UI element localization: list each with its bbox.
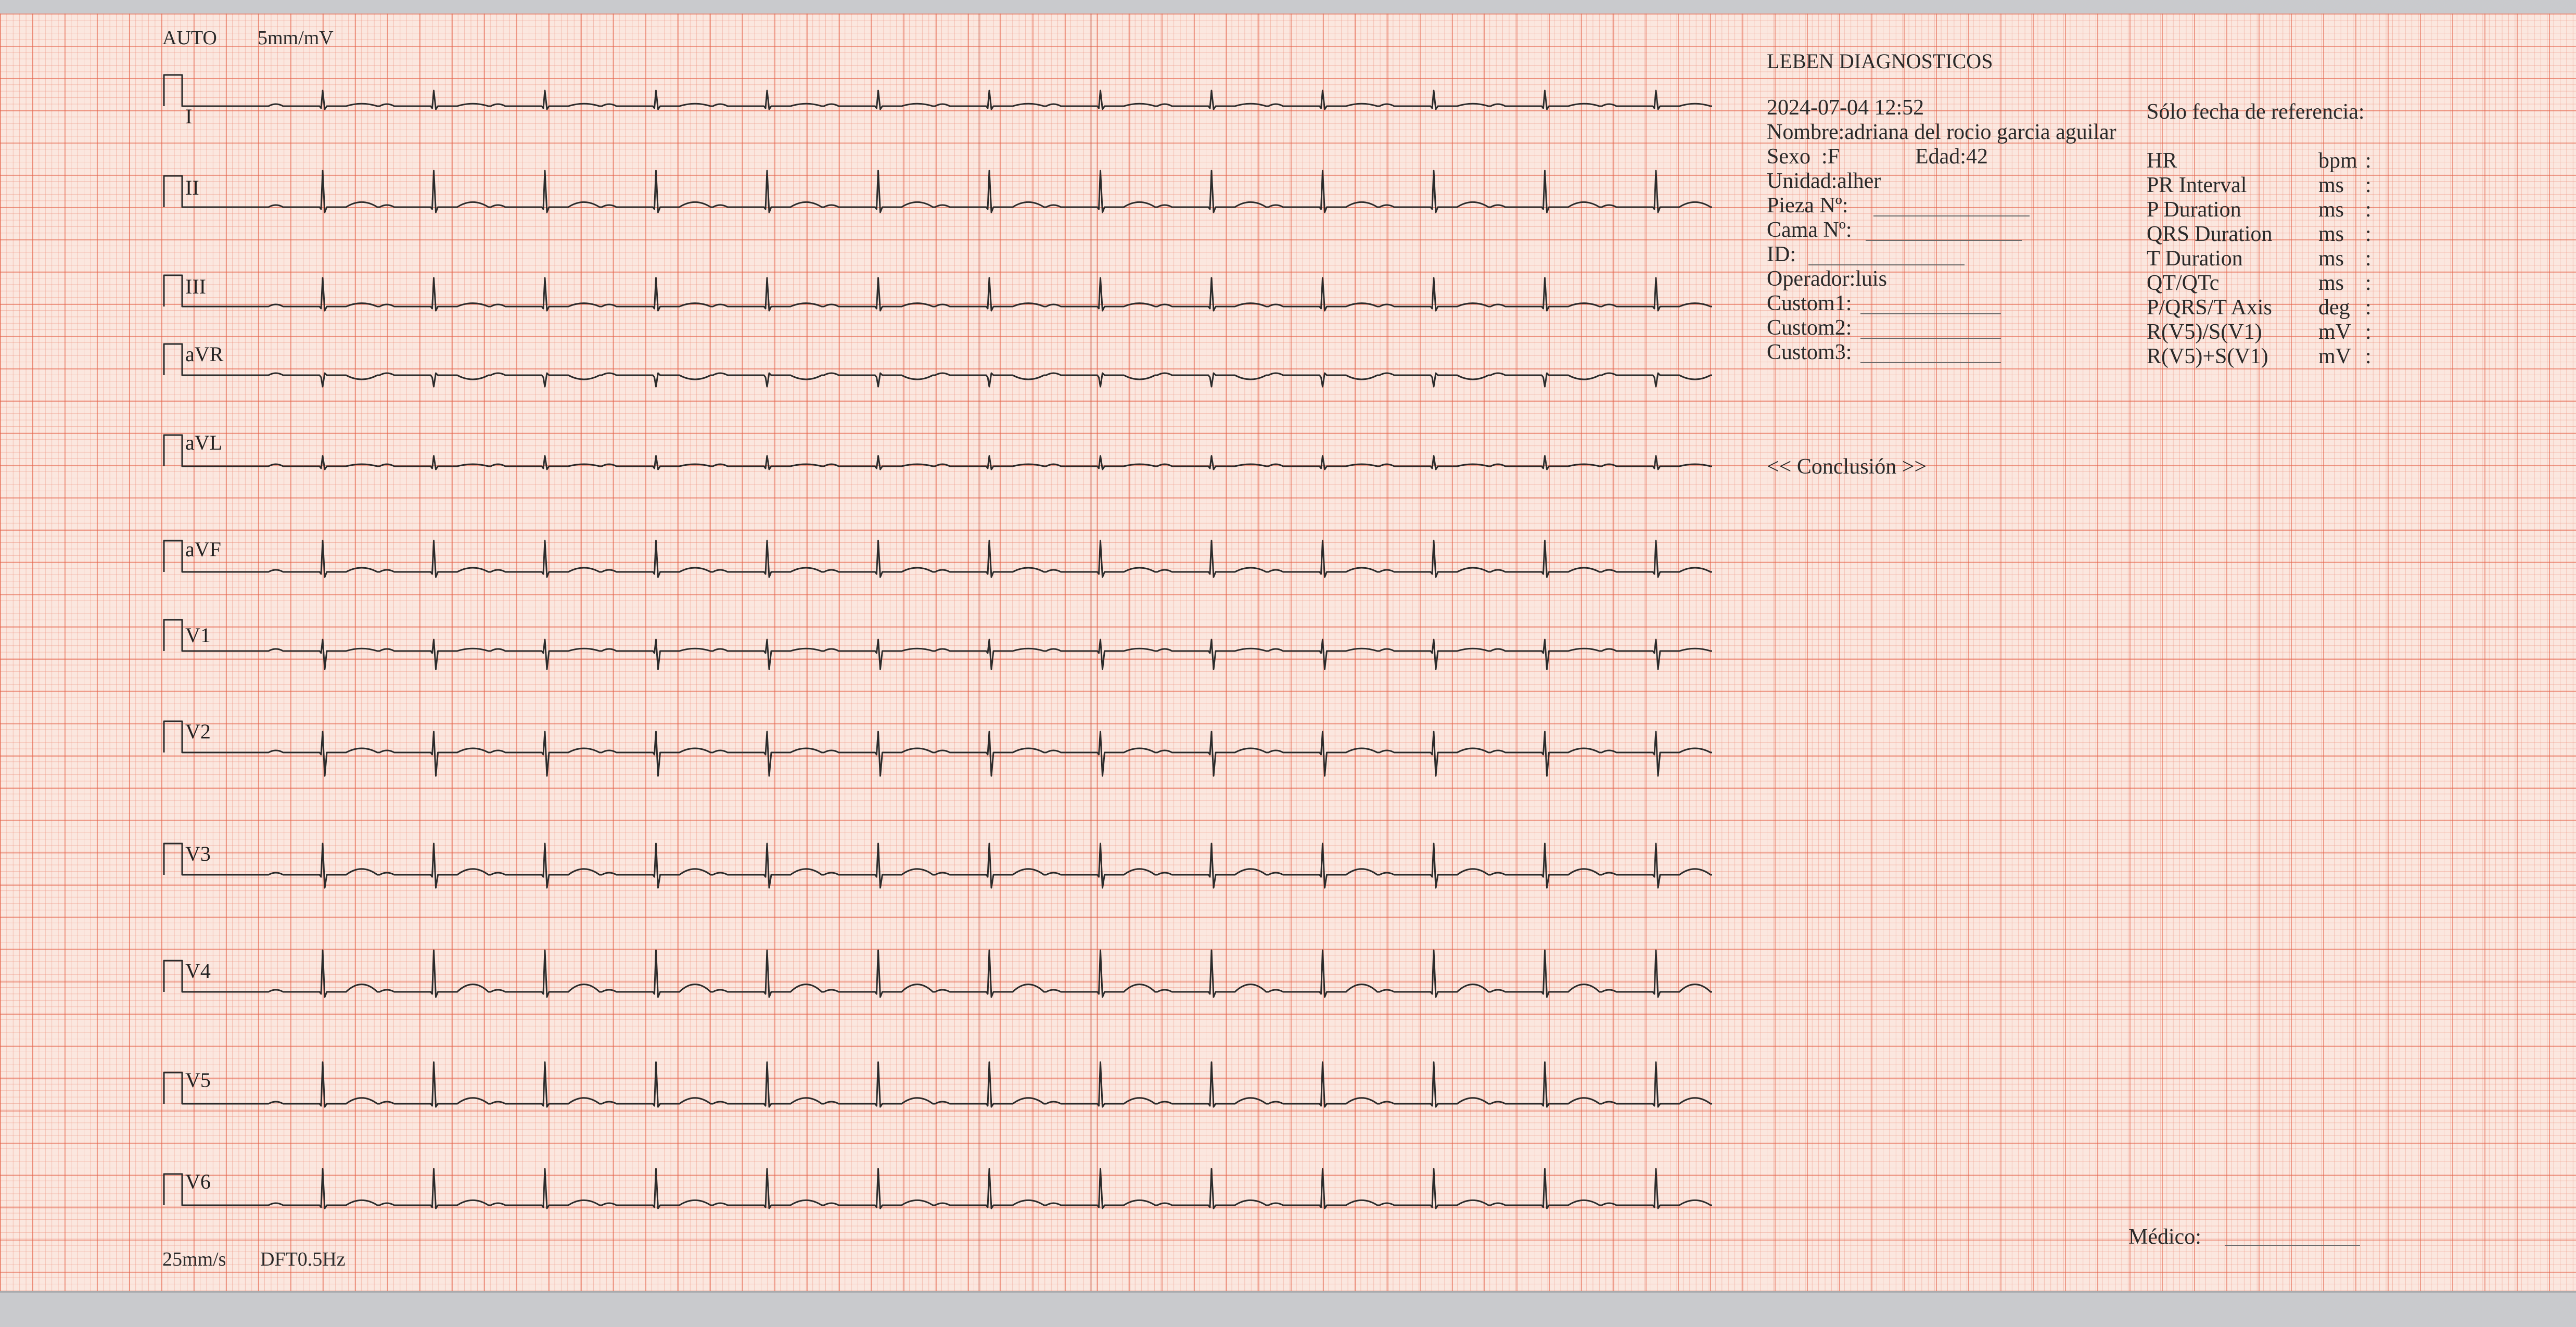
ecg-lead-trace [163,949,1712,998]
ecg-lead-trace [163,1168,1712,1209]
room-blank-line [1873,197,2030,216]
lead-label: aVR [185,342,224,366]
measurement-unit: mV [2318,320,2351,344]
measurement-unit: bpm [2318,149,2357,173]
bed-blank-line [1866,221,2022,241]
custom1-blank-line [1860,295,2001,314]
conclusion-heading: << Conclusión >> [1767,455,1927,479]
ecg-lead-trace [163,540,1712,578]
measurement-unit: ms [2318,173,2344,197]
custom2-field: Custom2: [1767,316,1852,340]
ecg-lead-trace [163,1061,1712,1108]
ecg-paper-sheet: I II III aVR aVL aVF V1 V2 V3 V4 V5 V6 A… [0,14,2576,1293]
physician-signature-label: Médico: [2128,1225,2201,1249]
ecg-lead-trace [163,74,1712,110]
patient-sex: Sexo :F [1767,145,1840,169]
institution-name: LEBEN DIAGNOSTICOS [1767,49,1993,73]
measurement-value: : [2365,149,2371,173]
measurement-label: HR [2147,149,2177,173]
lead-label: V1 [185,623,211,647]
exam-datetime: 2024-07-04 12:52 [1767,96,1924,120]
measurement-value: : [2365,296,2371,320]
measurement-label: QT/QTc [2147,271,2220,295]
mode-label: AUTO [162,27,217,49]
measurement-label: QRS Duration [2147,222,2273,246]
measurement-label: P/QRS/T Axis [2147,296,2272,320]
patient-name: Nombre:adriana del rocio garcia aguilar [1767,120,2116,144]
ecg-lead-trace [163,434,1712,470]
custom1-field: Custom1: [1767,291,1852,315]
reference-note: Sólo fecha de referencia: [2147,100,2365,124]
custom3-field: Custom3: [1767,340,1852,364]
id-blank-line [1808,246,1965,265]
lead-label: V3 [185,842,211,865]
filter-label: DFT0.5Hz [260,1248,346,1270]
ecg-lead-trace [163,619,1712,670]
patient-room: Pieza Nº: [1767,194,1848,218]
measurement-unit: mV [2318,344,2351,368]
patient-unit: Unidad:alher [1767,169,1881,193]
custom3-blank-line [1860,343,2001,363]
patient-bed: Cama Nº: [1767,218,1852,242]
measurement-value: : [2365,271,2371,295]
measurement-label: T Duration [2147,247,2243,271]
measurement-unit: ms [2318,198,2344,222]
speed-label: 25mm/s [162,1248,226,1270]
measurement-value: : [2365,222,2371,246]
measurement-value: : [2365,320,2371,344]
ecg-lead-trace [163,274,1712,312]
measurement-unit: ms [2318,271,2344,295]
measurement-label: P Duration [2147,198,2241,222]
patient-age: Edad:42 [1915,145,1988,169]
measurement-value: : [2365,173,2371,197]
patient-id: ID: [1767,243,1796,266]
lead-label: V4 [185,959,211,983]
ecg-lead-trace [163,720,1712,777]
measurement-unit: ms [2318,222,2344,246]
gain-label: 5mm/mV [258,27,334,49]
measurement-value: : [2365,247,2371,271]
measurement-value: : [2365,198,2371,222]
lead-label: V5 [185,1068,211,1092]
lead-label: aVF [185,538,221,561]
ecg-lead-trace [163,843,1712,889]
lead-label: V6 [185,1170,211,1193]
lead-label: I [185,105,193,128]
measurement-label: PR Interval [2147,173,2247,197]
lead-label: II [185,176,199,199]
measurement-value: : [2365,344,2371,368]
lead-label: V2 [185,720,211,743]
measurement-label: R(V5)+S(V1) [2147,344,2268,368]
operator: Operador:luis [1767,267,1887,291]
measurement-unit: deg [2318,296,2350,320]
measurement-unit: ms [2318,247,2344,271]
lead-label: aVL [185,431,223,454]
ecg-lead-trace [163,343,1712,388]
measurement-label: R(V5)/S(V1) [2147,320,2262,344]
physician-signature-line [2225,1226,2360,1246]
ecg-lead-trace [163,170,1712,213]
lead-label: III [185,275,206,298]
custom2-blank-line [1860,319,2001,339]
